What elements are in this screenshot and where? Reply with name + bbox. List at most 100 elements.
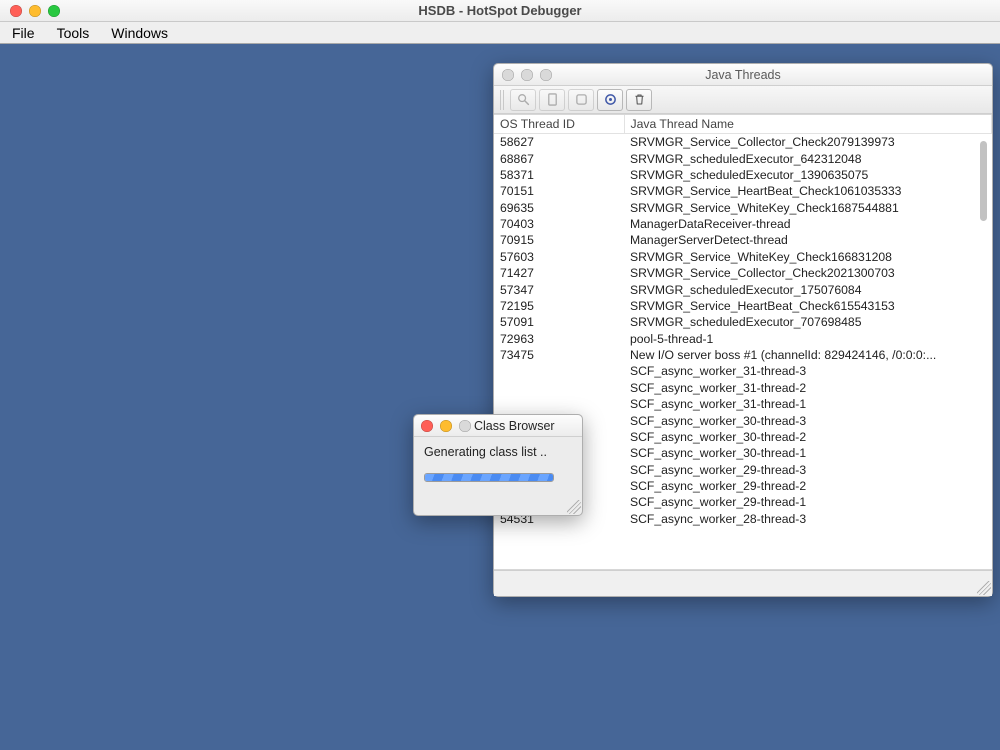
java-thread-name-cell: SCF_async_worker_30-thread-2 bbox=[624, 429, 992, 445]
desktop: HSDB - HotSpot Debugger File Tools Windo… bbox=[0, 0, 1000, 750]
os-thread-id-cell: 71427 bbox=[494, 265, 624, 281]
circle-dot-icon bbox=[604, 93, 617, 106]
os-thread-id-cell: 68867 bbox=[494, 150, 624, 166]
zoom-icon[interactable] bbox=[459, 420, 471, 432]
java-thread-name-cell: SRVMGR_Service_HeartBeat_Check615543153 bbox=[624, 298, 992, 314]
os-thread-id-cell bbox=[494, 396, 624, 412]
table-row[interactable]: 68867SRVMGR_scheduledExecutor_642312048 bbox=[494, 150, 992, 166]
os-thread-id-cell: 57091 bbox=[494, 314, 624, 330]
table-row[interactable]: SCF_async_worker_31-thread-3 bbox=[494, 363, 992, 379]
menu-file[interactable]: File bbox=[12, 25, 35, 41]
minimize-icon[interactable] bbox=[29, 5, 41, 17]
inspect-thread-button[interactable] bbox=[510, 89, 536, 111]
stack-icon bbox=[547, 93, 558, 106]
find-crashes-button[interactable] bbox=[626, 89, 652, 111]
table-row[interactable]: 72963pool-5-thread-1 bbox=[494, 331, 992, 347]
resize-grip-icon[interactable] bbox=[977, 581, 991, 595]
toolbar-handle bbox=[500, 90, 504, 110]
java-thread-name-cell: SRVMGR_Service_WhiteKey_Check166831208 bbox=[624, 249, 992, 265]
scroll-thumb[interactable] bbox=[980, 141, 987, 221]
table-row[interactable]: 57091SRVMGR_scheduledExecutor_707698485 bbox=[494, 314, 992, 330]
os-thread-id-cell: 72195 bbox=[494, 298, 624, 314]
threads-statusbar bbox=[494, 570, 992, 596]
java-thread-name-cell: SCF_async_worker_28-thread-3 bbox=[624, 511, 992, 527]
java-thread-name-cell: SRVMGR_Service_HeartBeat_Check1061035333 bbox=[624, 183, 992, 199]
java-thread-name-cell: SCF_async_worker_29-thread-2 bbox=[624, 478, 992, 494]
minimize-icon[interactable] bbox=[440, 420, 452, 432]
java-thread-name-cell: New I/O server boss #1 (channelId: 82942… bbox=[624, 347, 992, 363]
java-thread-name-cell: SRVMGR_scheduledExecutor_707698485 bbox=[624, 314, 992, 330]
menu-windows[interactable]: Windows bbox=[111, 25, 168, 41]
classbrowser-body: Generating class list .. bbox=[414, 437, 582, 492]
stack-memory-button[interactable] bbox=[539, 89, 565, 111]
show-thread-info-button[interactable] bbox=[597, 89, 623, 111]
java-thread-name-cell: SCF_async_worker_29-thread-1 bbox=[624, 494, 992, 510]
java-threads-window[interactable]: Java Threads bbox=[493, 63, 993, 597]
stack-trace-icon bbox=[575, 93, 588, 106]
show-java-stack-button[interactable] bbox=[568, 89, 594, 111]
java-thread-name-cell: ManagerServerDetect-thread bbox=[624, 232, 992, 248]
java-thread-name-cell: SCF_async_worker_29-thread-3 bbox=[624, 462, 992, 478]
close-icon[interactable] bbox=[10, 5, 22, 17]
app-titlebar: HSDB - HotSpot Debugger bbox=[0, 0, 1000, 22]
table-row[interactable]: 73475New I/O server boss #1 (channelId: … bbox=[494, 347, 992, 363]
col-java-thread-name[interactable]: Java Thread Name bbox=[624, 115, 992, 134]
java-thread-name-cell: SRVMGR_scheduledExecutor_642312048 bbox=[624, 150, 992, 166]
java-thread-name-cell: SCF_async_worker_31-thread-3 bbox=[624, 363, 992, 379]
table-row[interactable]: 57347SRVMGR_scheduledExecutor_175076084 bbox=[494, 281, 992, 297]
java-thread-name-cell: SRVMGR_Service_WhiteKey_Check1687544881 bbox=[624, 200, 992, 216]
os-thread-id-cell: 72963 bbox=[494, 331, 624, 347]
table-row[interactable]: SCF_async_worker_31-thread-2 bbox=[494, 380, 992, 396]
os-thread-id-cell: 57603 bbox=[494, 249, 624, 265]
java-thread-name-cell: SRVMGR_scheduledExecutor_1390635075 bbox=[624, 167, 992, 183]
magnifier-icon bbox=[517, 93, 530, 106]
col-os-thread-id[interactable]: OS Thread ID bbox=[494, 115, 624, 134]
os-thread-id-cell: 70403 bbox=[494, 216, 624, 232]
threads-title: Java Threads bbox=[494, 68, 992, 82]
table-row[interactable]: 58627SRVMGR_Service_Collector_Check20791… bbox=[494, 134, 992, 151]
java-thread-name-cell: SRVMGR_Service_Collector_Check2079139973 bbox=[624, 134, 992, 151]
java-thread-name-cell: SCF_async_worker_31-thread-2 bbox=[624, 380, 992, 396]
app-title: HSDB - HotSpot Debugger bbox=[0, 3, 1000, 18]
java-thread-name-cell: SCF_async_worker_30-thread-3 bbox=[624, 412, 992, 428]
table-row[interactable]: 71427SRVMGR_Service_Collector_Check20213… bbox=[494, 265, 992, 281]
os-thread-id-cell bbox=[494, 380, 624, 396]
classbrowser-traffic-lights bbox=[414, 420, 471, 432]
java-thread-name-cell: pool-5-thread-1 bbox=[624, 331, 992, 347]
classbrowser-title: Class Browser bbox=[474, 419, 582, 433]
os-thread-id-cell bbox=[494, 363, 624, 379]
table-row[interactable]: 70915ManagerServerDetect-thread bbox=[494, 232, 992, 248]
progress-fill bbox=[425, 474, 553, 481]
java-thread-name-cell: ManagerDataReceiver-thread bbox=[624, 216, 992, 232]
trash-icon bbox=[633, 93, 646, 106]
os-thread-id-cell: 70151 bbox=[494, 183, 624, 199]
java-thread-name-cell: SCF_async_worker_30-thread-1 bbox=[624, 445, 992, 461]
java-thread-name-cell: SRVMGR_scheduledExecutor_175076084 bbox=[624, 281, 992, 297]
os-thread-id-cell: 70915 bbox=[494, 232, 624, 248]
threads-toolbar bbox=[494, 86, 992, 114]
table-row[interactable]: 70151SRVMGR_Service_HeartBeat_Check10610… bbox=[494, 183, 992, 199]
java-thread-name-cell: SRVMGR_Service_Collector_Check2021300703 bbox=[624, 265, 992, 281]
os-thread-id-cell: 58627 bbox=[494, 134, 624, 151]
table-row[interactable]: 72195SRVMGR_Service_HeartBeat_Check61554… bbox=[494, 298, 992, 314]
app-traffic-lights bbox=[0, 5, 60, 17]
close-icon[interactable] bbox=[421, 420, 433, 432]
table-row[interactable]: 70403ManagerDataReceiver-thread bbox=[494, 216, 992, 232]
progress-bar bbox=[424, 473, 554, 482]
table-row[interactable]: SCF_async_worker_31-thread-1 bbox=[494, 396, 992, 412]
table-row[interactable]: 57603SRVMGR_Service_WhiteKey_Check166831… bbox=[494, 249, 992, 265]
zoom-icon[interactable] bbox=[48, 5, 60, 17]
os-thread-id-cell: 58371 bbox=[494, 167, 624, 183]
classbrowser-status: Generating class list .. bbox=[424, 445, 572, 459]
threads-header-row: OS Thread ID Java Thread Name bbox=[494, 115, 992, 134]
class-browser-window[interactable]: Class Browser Generating class list .. bbox=[413, 414, 583, 516]
table-row[interactable]: 58371SRVMGR_scheduledExecutor_1390635075 bbox=[494, 167, 992, 183]
menu-tools[interactable]: Tools bbox=[57, 25, 90, 41]
os-thread-id-cell: 57347 bbox=[494, 281, 624, 297]
os-thread-id-cell: 69635 bbox=[494, 200, 624, 216]
resize-grip-icon[interactable] bbox=[567, 500, 581, 514]
threads-scrollbar[interactable] bbox=[979, 141, 989, 563]
table-row[interactable]: 69635SRVMGR_Service_WhiteKey_Check168754… bbox=[494, 200, 992, 216]
classbrowser-titlebar[interactable]: Class Browser bbox=[414, 415, 582, 437]
threads-titlebar[interactable]: Java Threads bbox=[494, 64, 992, 86]
